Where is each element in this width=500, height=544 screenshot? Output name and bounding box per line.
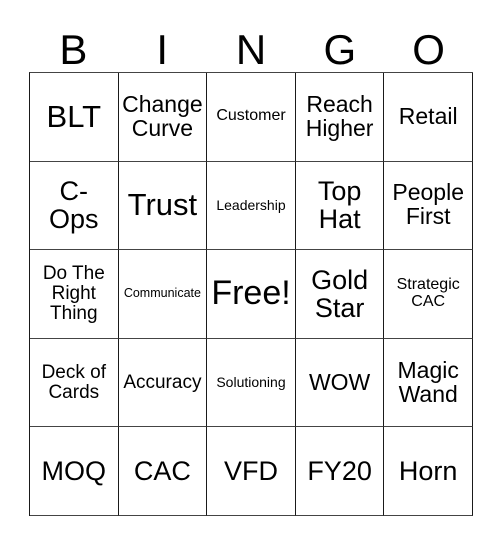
- bingo-cell-label: Strategic CAC: [396, 276, 460, 310]
- bingo-cell-r3c1[interactable]: Do The Right Thing: [30, 250, 119, 339]
- bingo-cell-r5c3[interactable]: VFD: [207, 427, 296, 516]
- bingo-cell-r2c1[interactable]: C- Ops: [30, 161, 119, 251]
- bingo-cell-label: BLT: [46, 98, 102, 134]
- bingo-cell-label: Change Curve: [122, 90, 203, 141]
- bingo-cell-label: Solutioning: [216, 374, 286, 391]
- bingo-cell-r5c5[interactable]: Horn: [384, 427, 473, 516]
- bingo-header-letter-g: G: [323, 26, 357, 73]
- bingo-cell-label: CAC: [133, 456, 191, 487]
- bingo-cell-r4c4[interactable]: WOW: [295, 338, 385, 428]
- bingo-cell-r4c3[interactable]: Solutioning: [207, 338, 296, 428]
- bingo-cell-r1c1[interactable]: BLT: [30, 73, 119, 162]
- bingo-cell-r4c2[interactable]: Accuracy: [118, 338, 208, 428]
- bingo-cell-label: Reach Higher: [305, 90, 374, 141]
- bingo-cell-free-space[interactable]: Free!: [207, 250, 296, 339]
- bingo-cell-r2c4[interactable]: Top Hat: [295, 161, 385, 251]
- bingo-cell-label: People First: [392, 179, 464, 230]
- bingo-cell-label: Accuracy: [123, 371, 202, 393]
- bingo-cell-r1c4[interactable]: Reach Higher: [295, 73, 385, 162]
- bingo-header-letter-b: B: [59, 26, 88, 73]
- bingo-cell-label: Horn: [398, 456, 458, 487]
- bingo-cell-label: Deck of Cards: [41, 361, 106, 403]
- bingo-cell-r3c4[interactable]: Gold Star: [295, 250, 385, 339]
- bingo-cell-label: Free!: [211, 274, 291, 313]
- bingo-cell-label: Magic Wand: [397, 356, 459, 407]
- bingo-cell-r5c1[interactable]: MOQ: [30, 427, 119, 516]
- bingo-cell-r3c5[interactable]: Strategic CAC: [384, 250, 473, 339]
- bingo-cell-r2c3[interactable]: Leadership: [207, 161, 296, 251]
- bingo-header-letter-o: O: [412, 26, 445, 73]
- bingo-cell-label: Gold Star: [311, 264, 369, 323]
- bingo-cell-r1c2[interactable]: Change Curve: [118, 73, 208, 162]
- bingo-cell-r4c1[interactable]: Deck of Cards: [30, 338, 119, 428]
- bingo-cell-r2c5[interactable]: People First: [384, 161, 473, 251]
- bingo-header-letter-n: N: [235, 26, 267, 73]
- bingo-cell-r1c5[interactable]: Retail: [384, 73, 473, 162]
- bingo-cell-r1c3[interactable]: Customer: [207, 73, 296, 162]
- bingo-cell-label: Top Hat: [317, 176, 362, 235]
- bingo-cell-r4c5[interactable]: Magic Wand: [384, 338, 473, 428]
- bingo-cell-label: Retail: [398, 102, 458, 129]
- bingo-cell-label: C- Ops: [49, 176, 99, 235]
- bingo-cell-label: WOW: [308, 368, 371, 395]
- bingo-cell-label: Customer: [216, 107, 286, 125]
- bingo-cell-label: VFD: [223, 456, 278, 487]
- bingo-grid: BLT Change Curve Customer Reach Higher R…: [29, 72, 473, 516]
- bingo-cell-label: Communicate: [123, 286, 201, 301]
- bingo-cell-r3c2[interactable]: Communicate: [118, 250, 208, 339]
- bingo-cell-label: Do The Right Thing: [42, 263, 105, 324]
- bingo-cell-r5c2[interactable]: CAC: [118, 427, 208, 516]
- bingo-cell-label: Leadership: [216, 197, 286, 214]
- bingo-header-letter-i: I: [156, 26, 169, 73]
- bingo-header-row: B I N G O: [29, 20, 473, 72]
- bingo-cell-label: MOQ: [41, 456, 107, 487]
- bingo-cell-r5c4[interactable]: FY20: [295, 427, 385, 516]
- bingo-cell-r2c2[interactable]: Trust: [118, 161, 208, 251]
- bingo-cell-label: Trust: [127, 187, 198, 223]
- bingo-card: B I N G O BLT Change Curve Customer Reac…: [0, 0, 500, 544]
- bingo-cell-label: FY20: [307, 456, 372, 487]
